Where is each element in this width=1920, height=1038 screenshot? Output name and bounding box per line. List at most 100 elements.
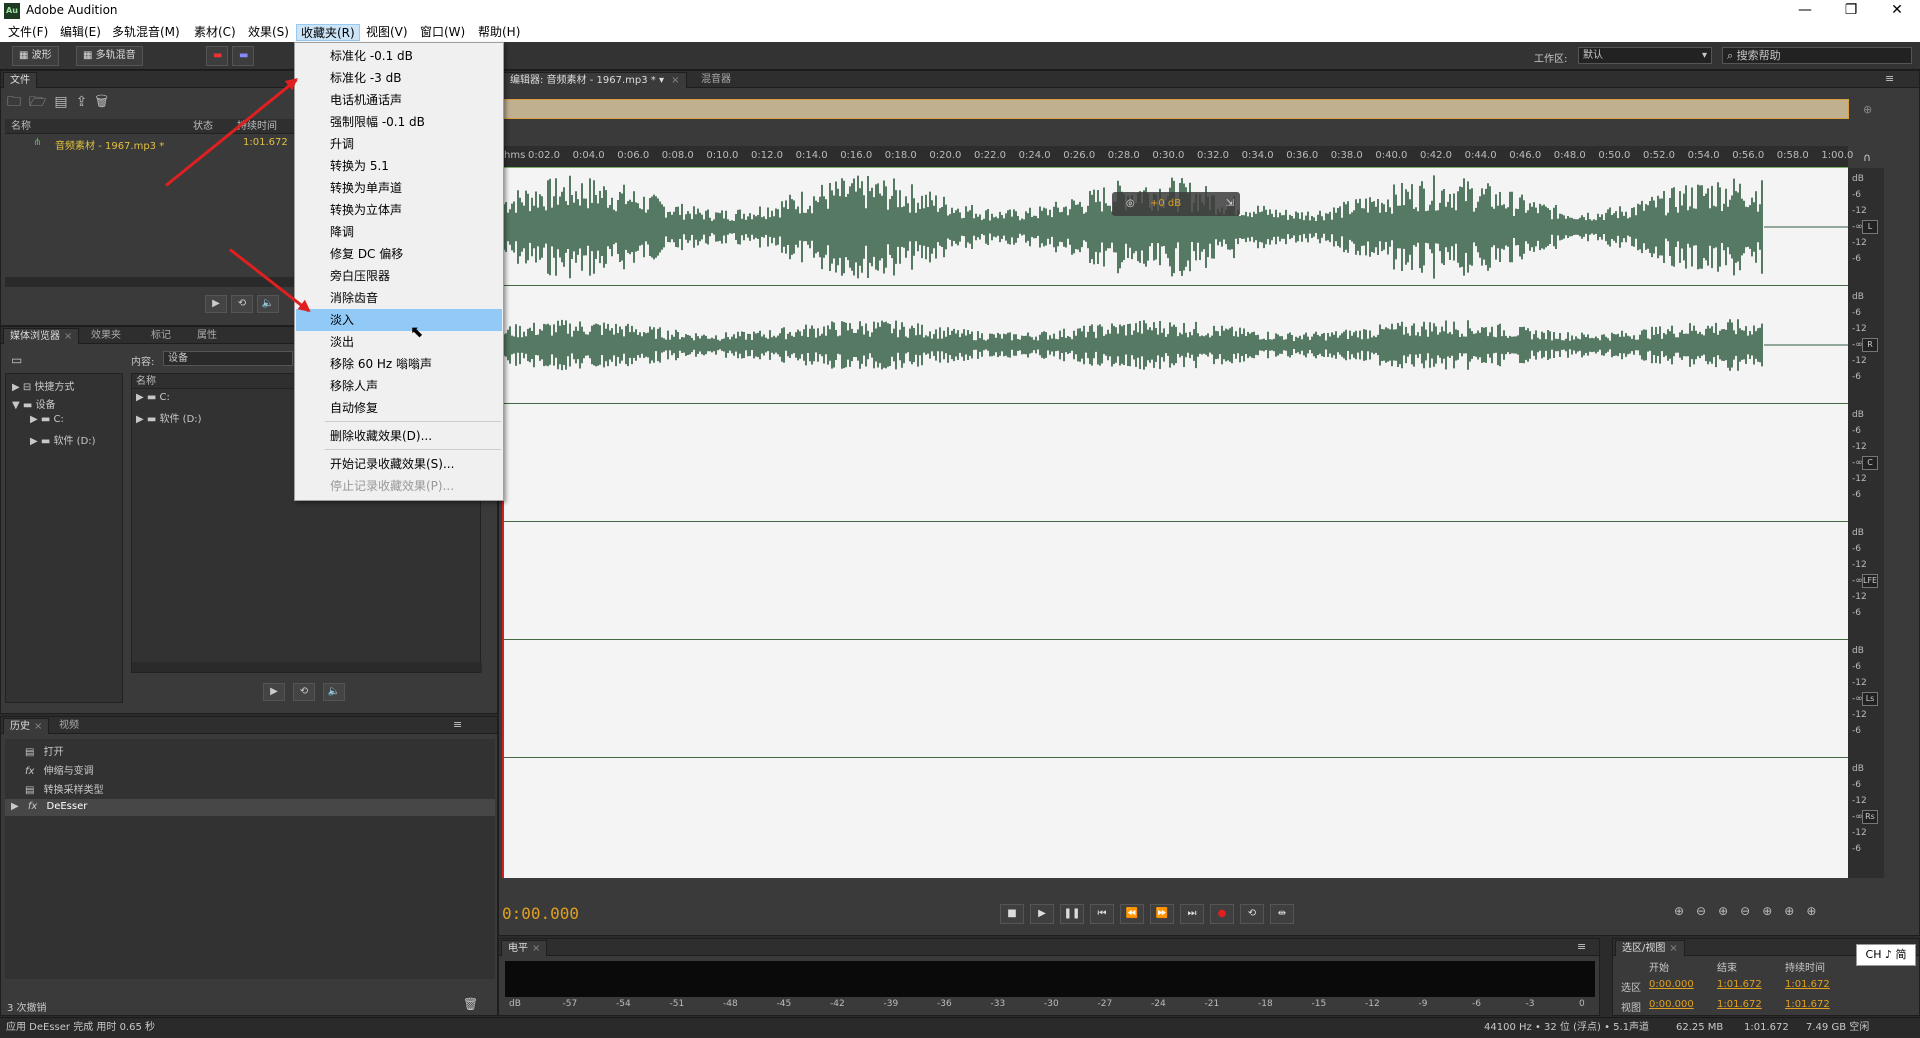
rewind-icon[interactable]: ⏪ [1120, 904, 1144, 924]
zoom-nav-icon[interactable]: ⊕ [1863, 103, 1872, 116]
knob-icon[interactable]: ◎ [1126, 192, 1135, 216]
view-end[interactable]: 1:01.672 [1717, 999, 1762, 1010]
selection-duration[interactable]: 1:01.672 [1785, 979, 1830, 990]
minimize-button[interactable]: — [1782, 0, 1828, 22]
trash-icon[interactable]: 🗑 [463, 997, 478, 1011]
tree-drive-d[interactable]: ▶ ▬ 软件 (D:) [30, 432, 96, 447]
levels-menu-icon[interactable]: ≡ [1577, 940, 1586, 953]
menu-item-delete-favorite[interactable]: 删除收藏效果(D)... [296, 425, 502, 447]
tab-effects-rack[interactable]: 效果夹 [85, 328, 127, 344]
menu-item-dc-offset[interactable]: 修复 DC 偏移 [296, 243, 502, 265]
fast-forward-icon[interactable]: ⏩ [1150, 904, 1174, 924]
history-item[interactable]: ▤ 打开 [25, 743, 64, 758]
skip-forward-icon[interactable]: ⏭ [1180, 904, 1204, 924]
zoom-controls-icons[interactable]: ⊕⊖⊕⊖⊕⊕⊕ [1674, 904, 1828, 918]
menu-clip[interactable]: 素材(C) [190, 24, 240, 41]
content-select[interactable]: 设备 [163, 351, 293, 366]
menu-item-convert-51[interactable]: 转换为 5.1 [296, 155, 502, 177]
menu-item-pitch-up[interactable]: 升调 [296, 133, 502, 155]
tab-levels[interactable]: 电平 × [501, 940, 548, 956]
history-item[interactable]: ▤ 转换采样类型 [25, 781, 104, 796]
channel-tag[interactable]: Rs [1862, 810, 1878, 824]
col-status[interactable]: 状态 [193, 119, 213, 134]
ime-indicator[interactable]: CH ♪ 简 [1856, 944, 1916, 966]
pitch-icon[interactable]: ▬ [232, 46, 254, 66]
panel-menu-icon[interactable]: ≡ [453, 718, 462, 731]
menu-item-fade-in[interactable]: 淡入 [296, 309, 502, 331]
pin-icon[interactable]: ⇲ [1226, 192, 1234, 216]
file-row[interactable]: ⋔ 音频素材 - 1967.mp3 * 1:01.672 [5, 137, 295, 152]
loop-playback-icon[interactable]: ⟲ [1240, 904, 1264, 924]
speaker-icon[interactable]: 🔈 [257, 295, 279, 313]
folder-icon[interactable]: ▭ [11, 353, 22, 367]
media-scrollbar[interactable] [132, 662, 482, 672]
menu-item-auto-heal[interactable]: 自动修复 [296, 397, 502, 419]
restore-button[interactable]: ❐ [1828, 0, 1874, 22]
search-help-input[interactable]: ⌕ 搜索帮助 [1722, 47, 1912, 64]
editor-menu-icon[interactable]: ≡ [1885, 72, 1894, 85]
hud-volume[interactable]: ◎ +0 dB ⇲ [1112, 192, 1240, 216]
channel-tag[interactable]: R [1862, 338, 1878, 352]
channel-tag[interactable]: Ls [1862, 692, 1878, 706]
channel-tag[interactable]: C [1862, 456, 1878, 470]
tree-drive-c[interactable]: ▶ ▬ C: [30, 414, 64, 425]
record-icon[interactable]: ● [1210, 904, 1234, 924]
skip-selection-icon[interactable]: ⇹ [1270, 904, 1294, 924]
media-loop-icon[interactable]: ⟲ [293, 683, 315, 701]
pause-icon[interactable]: ❚❚ [1060, 904, 1084, 924]
menu-item-normalize-3[interactable]: 标准化 -3 dB [296, 67, 502, 89]
channel-tag[interactable]: LFE [1862, 574, 1878, 588]
menu-item-fade-out[interactable]: 淡出 [296, 331, 502, 353]
play-button-icon[interactable]: ▶ [1030, 904, 1054, 924]
media-play-icon[interactable]: ▶ [263, 683, 285, 701]
skip-back-icon[interactable]: ⏮ [1090, 904, 1114, 924]
menu-favorites[interactable]: 收藏夹(R) [296, 24, 360, 41]
tab-mixer[interactable]: 混音器 [695, 72, 737, 88]
col-name[interactable]: 名称 [11, 119, 31, 134]
tab-editor[interactable]: 编辑器: 音频素材 - 1967.mp3 * ▾ × [503, 72, 687, 88]
tree-devices[interactable]: ▼ ▬ 设备 [12, 396, 56, 411]
media-name-col[interactable]: 名称 [136, 376, 156, 387]
menu-effects[interactable]: 效果(S) [244, 24, 293, 41]
tab-properties[interactable]: 属性 [191, 328, 223, 344]
menu-edit[interactable]: 编辑(E) [56, 24, 105, 41]
headphone-icon[interactable]: ∩ [1863, 151, 1871, 164]
view-start[interactable]: 0:00.000 [1649, 999, 1694, 1010]
media-item-d[interactable]: ▶ ▬ 软件 (D:) [136, 410, 202, 425]
menu-help[interactable]: 帮助(H) [474, 24, 524, 41]
play-icon[interactable]: ▶ [205, 295, 227, 313]
media-speaker-icon[interactable]: 🔈 [323, 683, 345, 701]
close-button[interactable]: ✕ [1874, 0, 1920, 22]
menu-item-deesser[interactable]: 消除齿音 [296, 287, 502, 309]
files-scrollbar[interactable] [5, 277, 295, 287]
tab-history[interactable]: 历史 × [3, 718, 50, 734]
menu-item-remove-hum[interactable]: 移除 60 Hz 嗡嗡声 [296, 353, 502, 375]
menu-item-pitch-down[interactable]: 降调 [296, 221, 502, 243]
menu-item-hard-limit[interactable]: 强制限幅 -0.1 dB [296, 111, 502, 133]
channel-tag[interactable]: L [1862, 220, 1878, 234]
menu-item-remove-vocals[interactable]: 移除人声 [296, 375, 502, 397]
selection-start[interactable]: 0:00.000 [1649, 979, 1694, 990]
waveform-view-button[interactable]: ▦ 波形 [12, 46, 59, 66]
overview-bar[interactable] [503, 99, 1849, 119]
stop-icon[interactable]: ■ [1000, 904, 1024, 924]
tab-markers[interactable]: 标记 [145, 328, 177, 344]
menu-item-telephone[interactable]: 电话机通话声 [296, 89, 502, 111]
media-item-c[interactable]: ▶ ▬ C: [136, 392, 170, 403]
view-duration[interactable]: 1:01.672 [1785, 999, 1830, 1010]
menu-view[interactable]: 视图(V) [362, 24, 412, 41]
selection-end[interactable]: 1:01.672 [1717, 979, 1762, 990]
menu-window[interactable]: 窗口(W) [416, 24, 469, 41]
menu-item-normalize-01[interactable]: 标准化 -0.1 dB [296, 45, 502, 67]
file-toolbar-icons[interactable]: 🗀🗁▤⇪🗑 [7, 91, 116, 115]
menu-item-start-recording[interactable]: 开始记录收藏效果(S)... [296, 453, 502, 475]
menu-multitrack[interactable]: 多轨混音(M) [108, 24, 184, 41]
waveform-display[interactable]: ◎ +0 dB ⇲ [502, 168, 1850, 878]
tab-media-browser[interactable]: 媒体浏览器 × [3, 328, 80, 344]
tab-files[interactable]: 文件 [3, 72, 37, 88]
multitrack-view-button[interactable]: ▦ 多轨混音 [76, 46, 143, 66]
time-ruler[interactable]: hms 0:02.0 0:04.0 0:06.0 0:08.0 0:10.0 0:12.0 0… [502, 146, 1853, 168]
loop-icon[interactable]: ⟲ [231, 295, 253, 313]
menu-item-convert-stereo[interactable]: 转换为立体声 [296, 199, 502, 221]
tree-shortcuts[interactable]: ▶ ⊟ 快捷方式 [12, 378, 74, 393]
